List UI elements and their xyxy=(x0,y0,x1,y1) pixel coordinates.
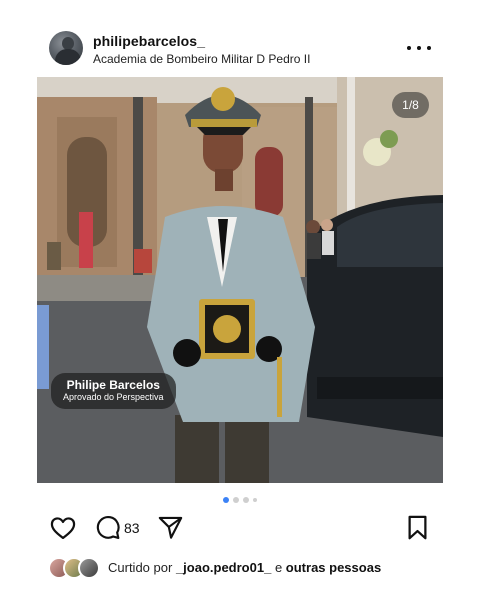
liker-avatar[interactable] xyxy=(78,557,100,579)
likes-user[interactable]: _joao.pedro01_ xyxy=(176,560,271,575)
post-image-illustration xyxy=(37,77,443,483)
likes-middle: e xyxy=(274,560,283,575)
carousel-dot xyxy=(253,498,257,502)
image-counter: 1/8 xyxy=(392,92,429,118)
likes-row: Curtido por _joao.pedro01_ e outras pess… xyxy=(48,556,468,580)
more-dot xyxy=(427,46,431,50)
carousel-indicator xyxy=(0,495,480,505)
likes-others[interactable]: outras pessoas xyxy=(286,560,381,575)
more-options-icon[interactable] xyxy=(407,38,431,58)
more-dot xyxy=(407,46,411,50)
comment-count[interactable]: 83 xyxy=(124,520,140,536)
comment-icon[interactable] xyxy=(94,514,121,546)
avatar-body-shape xyxy=(55,49,81,65)
likes-text[interactable]: Curtido por _joao.pedro01_ e outras pess… xyxy=(108,560,381,575)
overlay-name: Philipe Barcelos xyxy=(66,378,160,392)
post-image[interactable]: 1/8 Philipe Barcelos Aprovado do Perspec… xyxy=(37,77,443,483)
carousel-dot xyxy=(243,497,249,503)
likes-prefix: Curtido por xyxy=(108,560,173,575)
heart-icon[interactable] xyxy=(49,514,77,547)
carousel-dot xyxy=(233,497,239,503)
name-overlay: Philipe Barcelos Aprovado do Perspectiva xyxy=(51,373,176,409)
bookmark-icon[interactable] xyxy=(404,514,431,546)
send-icon[interactable] xyxy=(157,514,184,546)
carousel-dot-active xyxy=(223,497,229,503)
post-header: philipebarcelos_ Academia de Bombeiro Mi… xyxy=(0,0,480,78)
location-link[interactable]: Academia de Bombeiro Militar D Pedro II xyxy=(93,52,310,66)
avatar[interactable] xyxy=(49,31,83,65)
more-dot xyxy=(417,46,421,50)
overlay-subtitle: Aprovado do Perspectiva xyxy=(63,392,164,402)
username[interactable]: philipebarcelos_ xyxy=(93,33,205,49)
action-bar: 83 xyxy=(0,514,480,546)
